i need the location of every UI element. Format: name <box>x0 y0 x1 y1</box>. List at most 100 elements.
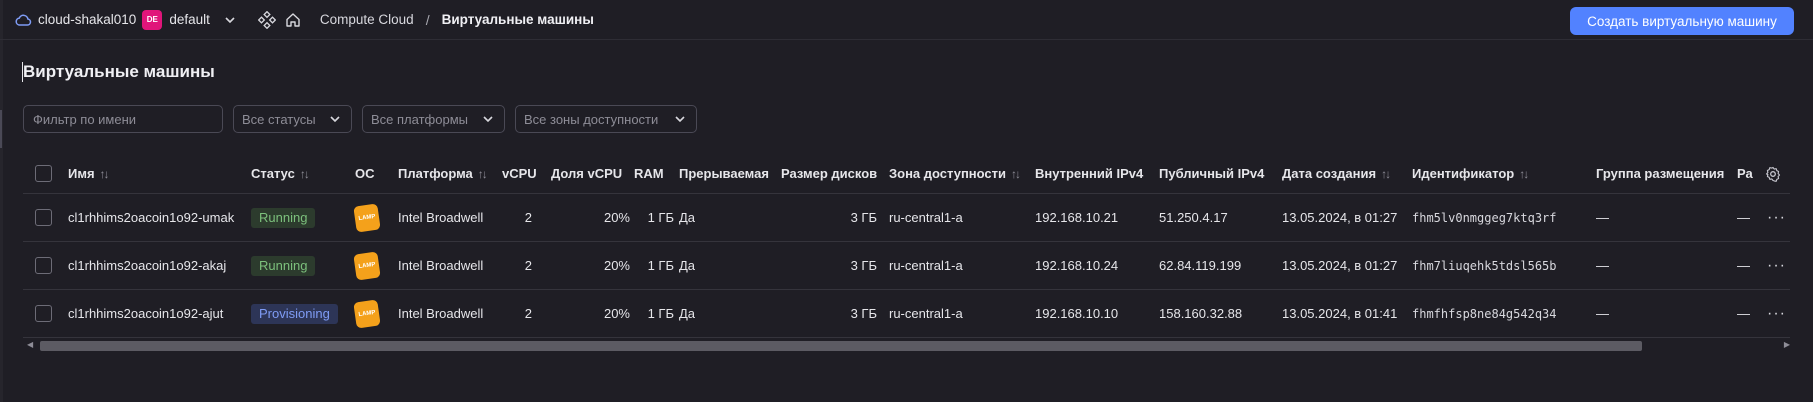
breadcrumb-compute-cloud[interactable]: Compute Cloud <box>320 12 414 27</box>
folder-badge: DE <box>142 9 163 30</box>
column-label: Платформа <box>398 166 473 181</box>
table-row[interactable]: cl1rhhims2oacoin1o92-umak Running LAMP I… <box>23 194 1790 242</box>
internal-ip-cell: 192.168.10.21 <box>1035 210 1119 225</box>
scrollbar-thumb[interactable] <box>40 341 1642 351</box>
vcpu-cell: 2 <box>524 306 532 321</box>
column-header-os: ОС <box>355 154 375 193</box>
table-header: Имя ↑↓ Статус ↑↓ ОС Платформа ↑↓ vCPU До… <box>23 154 1790 194</box>
status-badge: Running <box>251 255 316 276</box>
lamp-os-icon: LAMP <box>353 298 381 329</box>
column-header-status[interactable]: Статус ↑↓ <box>251 154 310 193</box>
row-checkbox[interactable] <box>35 209 52 226</box>
column-label: ОС <box>355 166 375 181</box>
column-header-platform[interactable]: Платформа ↑↓ <box>398 154 488 193</box>
row-menu-icon[interactable]: ··· <box>1767 290 1786 337</box>
page-title: Виртуальные машины <box>23 62 215 81</box>
gear-icon[interactable] <box>1765 166 1781 182</box>
vcpu-cell: 2 <box>524 210 532 225</box>
column-label: Доля vCPU <box>551 166 623 181</box>
row-checkbox[interactable] <box>35 257 52 274</box>
chevron-down-icon <box>675 116 685 123</box>
chevron-down-icon <box>483 116 493 123</box>
vm-name[interactable]: cl1rhhims2oacoin1o92-ajut <box>68 290 223 337</box>
home-icon[interactable] <box>284 11 302 29</box>
create-vm-button[interactable]: Создать виртуальную машину <box>1570 7 1794 35</box>
os-cell: LAMP <box>353 290 381 337</box>
platform-filter-label: Все платформы <box>371 111 468 127</box>
column-label: vCPU <box>502 166 537 181</box>
status-filter-select[interactable]: Все статусы <box>233 105 352 133</box>
preemptible-cell: Да <box>679 306 696 321</box>
vcpu-cell: 2 <box>524 258 532 273</box>
lamp-os-icon: LAMP <box>353 202 381 233</box>
status-cell: Running <box>251 194 316 241</box>
column-label: Группа размещения <box>1596 166 1725 181</box>
preemptible-cell: Да <box>679 210 696 225</box>
column-header-preemptible: Прерываемая <box>679 154 769 193</box>
platform-cell: Intel Broadwell <box>398 258 484 273</box>
column-header-created[interactable]: Дата создания ↑↓ <box>1282 154 1391 193</box>
vm-name[interactable]: cl1rhhims2oacoin1o92-akaj <box>68 242 226 289</box>
breadcrumb-current: Виртуальные машины <box>441 12 594 27</box>
created-cell: 13.05.2024, в 01:27 <box>1282 210 1398 225</box>
vm-name[interactable]: cl1rhhims2oacoin1o92-umak <box>68 194 234 241</box>
status-cell: Provisioning <box>251 290 338 337</box>
vm-table: Имя ↑↓ Статус ↑↓ ОС Платформа ↑↓ vCPU До… <box>23 154 1790 338</box>
disk-size-cell: 3 ГБ <box>850 306 877 321</box>
column-label: Идентификатор <box>1412 166 1515 181</box>
folder-name: default <box>169 12 210 27</box>
truncated-column-cell: — <box>1737 306 1750 321</box>
zone-cell: ru-central1-a <box>889 258 963 273</box>
public-ip-cell: 62.84.119.199 <box>1159 258 1242 273</box>
column-label: Имя <box>68 166 95 181</box>
sort-icon[interactable]: ↑↓ <box>100 167 110 181</box>
vcpu-share-cell: 20% <box>603 258 630 273</box>
status-filter-label: Все статусы <box>242 111 316 127</box>
disk-size-cell: 3 ГБ <box>850 210 877 225</box>
column-header-zone[interactable]: Зона доступности ↑↓ <box>889 154 1021 193</box>
platform-filter-select[interactable]: Все платформы <box>362 105 505 133</box>
column-label: Публичный IPv4 <box>1159 166 1265 181</box>
zone-cell: ru-central1-a <box>889 306 963 321</box>
vm-id-cell: fhm7liuqehk5tdsl565b <box>1412 258 1557 273</box>
select-all-cell <box>35 154 52 193</box>
row-select-cell <box>35 242 52 289</box>
cloud-selector[interactable]: cloud-shakal010 DE default <box>14 9 236 30</box>
column-label: Ра <box>1737 166 1753 181</box>
row-menu-icon[interactable]: ··· <box>1767 194 1786 241</box>
horizontal-scrollbar[interactable]: ◀ ▶ <box>23 340 1790 352</box>
row-menu-icon[interactable]: ··· <box>1767 242 1786 289</box>
cloud-icon <box>15 14 32 26</box>
table-row[interactable]: cl1rhhims2oacoin1o92-akaj Running LAMP I… <box>23 242 1790 290</box>
name-filter-input[interactable]: Фильтр по имени <box>23 105 223 133</box>
column-header-name[interactable]: Имя ↑↓ <box>68 154 110 193</box>
platform-cell: Intel Broadwell <box>398 306 484 321</box>
os-cell: LAMP <box>353 194 381 241</box>
column-header-public-ip: Публичный IPv4 <box>1159 154 1264 193</box>
zone-filter-select[interactable]: Все зоны доступности <box>515 105 697 133</box>
row-checkbox[interactable] <box>35 305 52 322</box>
table-row[interactable]: cl1rhhims2oacoin1o92-ajut Provisioning L… <box>23 290 1790 338</box>
sort-icon[interactable]: ↑↓ <box>1011 167 1021 181</box>
select-all-checkbox[interactable] <box>35 165 52 182</box>
sort-icon[interactable]: ↑↓ <box>300 167 310 181</box>
sort-icon[interactable]: ↑↓ <box>478 167 488 181</box>
column-label: Зона доступности <box>889 166 1007 181</box>
column-label: Статус <box>251 166 295 181</box>
vcpu-share-cell: 20% <box>603 210 630 225</box>
table-body: cl1rhhims2oacoin1o92-umak Running LAMP I… <box>23 194 1790 338</box>
placement-group-cell: — <box>1596 306 1609 321</box>
created-cell: 13.05.2024, в 01:27 <box>1282 258 1398 273</box>
column-header-id[interactable]: Идентификатор ↑↓ <box>1412 154 1529 193</box>
row-select-cell <box>35 194 52 241</box>
column-label: Внутренний IPv4 <box>1035 166 1144 181</box>
status-badge: Running <box>251 207 316 228</box>
scroll-right-arrow-icon[interactable]: ▶ <box>1784 340 1790 349</box>
column-label: Размер дисков <box>781 166 878 181</box>
chevron-down-icon <box>225 16 235 23</box>
public-ip-cell: 158.160.32.88 <box>1159 306 1243 321</box>
scroll-left-arrow-icon[interactable]: ◀ <box>27 340 33 349</box>
sort-icon[interactable]: ↑↓ <box>1519 167 1529 181</box>
services-icon[interactable] <box>257 10 276 29</box>
sort-icon[interactable]: ↑↓ <box>1381 167 1391 181</box>
